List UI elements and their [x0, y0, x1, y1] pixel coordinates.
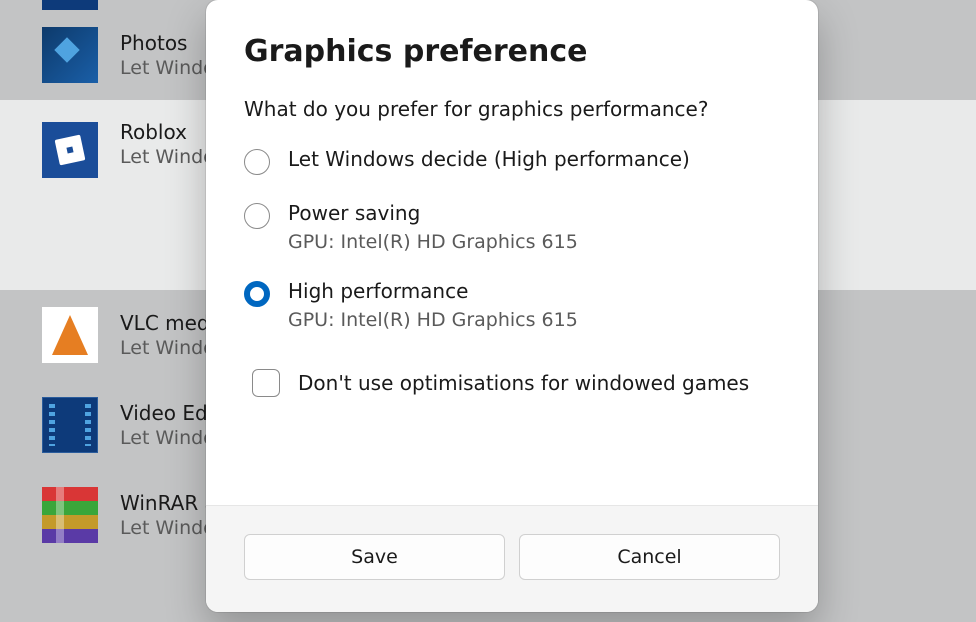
radio-option-high-performance[interactable]: High performance GPU: Intel(R) HD Graphi… — [244, 279, 780, 331]
checkbox-label: Don't use optimisations for windowed gam… — [298, 371, 749, 395]
checkbox-icon[interactable] — [252, 369, 280, 397]
radio-group: Let Windows decide (High performance) Po… — [244, 147, 780, 331]
radio-icon[interactable] — [244, 281, 270, 307]
radio-option-let-windows-decide[interactable]: Let Windows decide (High performance) — [244, 147, 780, 175]
radio-sublabel: GPU: Intel(R) HD Graphics 615 — [288, 231, 578, 253]
checkbox-windowed-optimisations[interactable]: Don't use optimisations for windowed gam… — [252, 369, 780, 397]
app-sub: Let Windo — [120, 146, 215, 168]
radio-icon[interactable] — [244, 203, 270, 229]
app-name: Photos — [120, 31, 215, 55]
cancel-button[interactable]: Cancel — [519, 534, 780, 580]
app-icon — [42, 0, 98, 10]
radio-icon[interactable] — [244, 149, 270, 175]
winrar-icon — [42, 487, 98, 543]
radio-sublabel: GPU: Intel(R) HD Graphics 615 — [288, 309, 578, 331]
dialog-footer: Save Cancel — [206, 505, 818, 612]
radio-label: High performance — [288, 279, 578, 303]
photos-icon — [42, 27, 98, 83]
video-editor-icon — [42, 397, 98, 453]
app-sub: Let Windo — [120, 517, 217, 539]
save-button[interactable]: Save — [244, 534, 505, 580]
vlc-icon — [42, 307, 98, 363]
radio-label: Let Windows decide (High performance) — [288, 147, 690, 171]
radio-label: Power saving — [288, 201, 578, 225]
dialog-title: Graphics preference — [244, 34, 780, 69]
roblox-icon — [42, 122, 98, 178]
graphics-preference-dialog: Graphics preference What do you prefer f… — [206, 0, 818, 612]
dialog-question: What do you prefer for graphics performa… — [244, 97, 780, 121]
radio-option-power-saving[interactable]: Power saving GPU: Intel(R) HD Graphics 6… — [244, 201, 780, 253]
app-name: WinRAR a — [120, 491, 217, 515]
app-sub: Let Windo — [120, 57, 215, 79]
app-name: Roblox — [120, 120, 215, 144]
